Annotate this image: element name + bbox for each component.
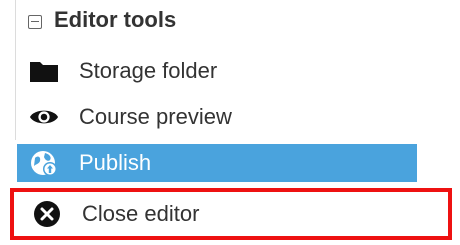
storage-folder-item[interactable]: Storage folder <box>17 52 417 90</box>
panel-title: Editor tools <box>54 7 177 32</box>
panel-left-border <box>15 0 16 140</box>
storage-folder-label: Storage folder <box>79 58 218 83</box>
close-editor-item[interactable]: Close editor <box>10 188 452 240</box>
publish-item[interactable]: Publish <box>17 144 417 182</box>
collapse-minus-icon[interactable] <box>28 14 42 29</box>
course-preview-label: Course preview <box>79 104 232 129</box>
publish-label: Publish <box>79 150 152 175</box>
editor-tools-header[interactable]: Editor tools <box>28 6 176 34</box>
eye-icon <box>29 102 59 132</box>
editor-tools-panel: Editor tools Storage folder Course previ… <box>0 0 460 245</box>
globe-upload-icon <box>29 148 59 178</box>
course-preview-item[interactable]: Course preview <box>17 98 417 136</box>
close-circle-icon <box>32 199 62 229</box>
folder-icon <box>29 56 59 86</box>
close-editor-label: Close editor <box>82 201 200 226</box>
